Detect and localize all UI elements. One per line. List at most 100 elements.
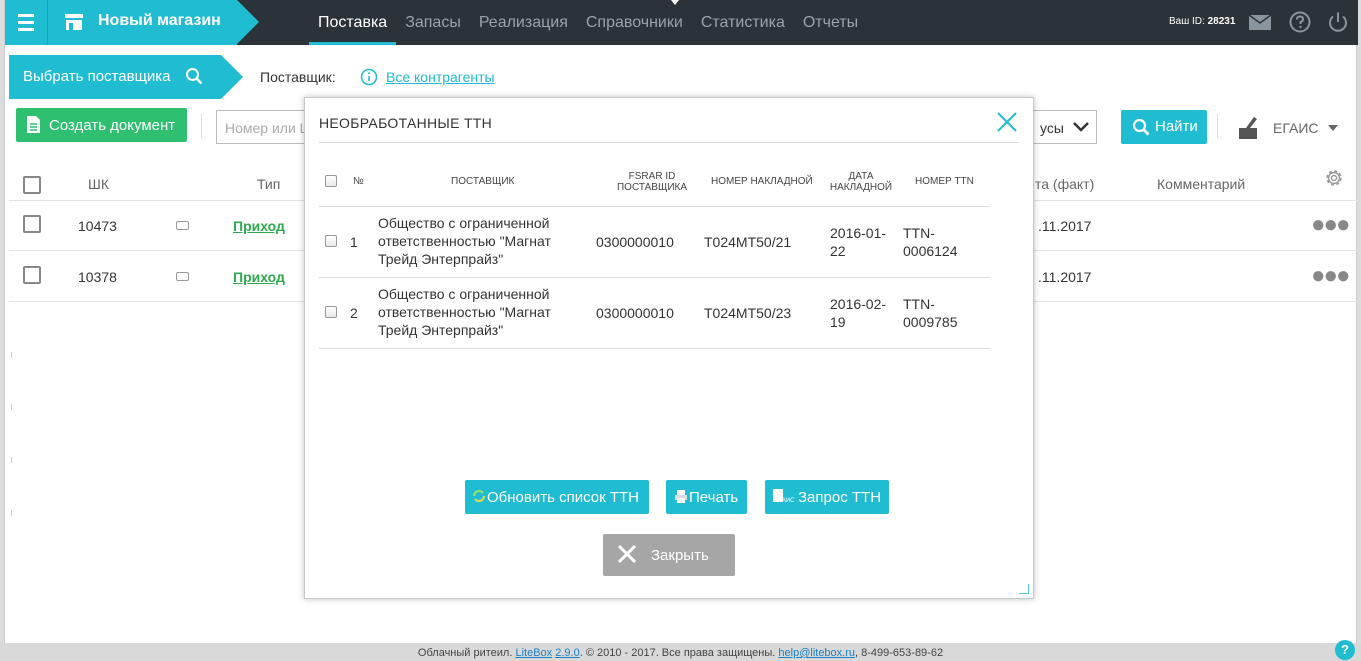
more-icon[interactable]: ●●●: [1311, 264, 1350, 288]
row-type-link[interactable]: Приход: [233, 269, 285, 285]
nav-directories[interactable]: Справочники: [577, 0, 692, 45]
ttn-date: 2016-02- 19: [830, 295, 886, 331]
table-divider: [319, 348, 990, 349]
col-fsrar-header-line1: FSRAR ID: [628, 171, 676, 182]
gridline-tick: [11, 352, 12, 358]
ttn-number-line: TTN-: [903, 296, 935, 312]
refresh-icon: [473, 490, 485, 502]
barcode-icon: [176, 272, 189, 281]
row-checkbox[interactable]: [23, 215, 41, 233]
row-type-link[interactable]: Приход: [233, 218, 285, 234]
supplier-label: Поставщик:: [260, 69, 336, 85]
info-icon: [360, 68, 378, 86]
nav-delivery[interactable]: Поставка: [309, 0, 397, 45]
choose-supplier-button[interactable]: Выбрать поставщика: [9, 55, 243, 99]
select-all-checkbox[interactable]: [23, 176, 41, 194]
ttn-number: TTN- 0009785: [903, 295, 958, 331]
more-icon[interactable]: ●●●: [1311, 213, 1350, 237]
nav-statistics[interactable]: Статистика: [692, 0, 794, 45]
power-icon[interactable]: [1326, 10, 1350, 34]
col-fsrar-header: FSRAR ID ПОСТАВЩИКА: [607, 171, 697, 193]
help-chat-icon[interactable]: ?: [1335, 640, 1355, 660]
row-date: .11.2017: [1038, 218, 1092, 234]
printer-icon: [675, 490, 687, 503]
store-selector[interactable]: Новый магазин: [47, 0, 259, 45]
close-icon[interactable]: [995, 110, 1019, 134]
row-date: .11.2017: [1038, 269, 1092, 285]
ttn-fsrar: 0300000010: [596, 305, 674, 321]
print-button[interactable]: Печать: [666, 480, 747, 514]
col-date-header-line1: ДАТА: [848, 171, 874, 182]
close-button[interactable]: Закрыть: [603, 534, 735, 576]
user-id-label: Ваш ID:: [1169, 16, 1205, 27]
egais-label[interactable]: ЕГАИС: [1273, 120, 1319, 136]
ttn-number-line: 0006124: [903, 243, 958, 259]
resize-handle-icon[interactable]: [1019, 584, 1029, 594]
refresh-ttn-button[interactable]: Обновить список ТТН: [465, 480, 649, 514]
gridline-tick: [11, 404, 12, 410]
col-supplier-header: ПОСТАВЩИК: [451, 176, 515, 187]
ttn-number-line: TTN-: [903, 225, 935, 241]
gear-icon[interactable]: [1323, 167, 1345, 189]
gridline-tick: [11, 457, 12, 463]
search-icon: [1132, 118, 1150, 136]
table-divider: [319, 206, 990, 207]
ttn-date: 2016-01- 22: [830, 224, 886, 260]
col-date-header: ДАТА НАКЛАДНОЙ: [826, 171, 896, 193]
ttn-number: TTN- 0006124: [903, 224, 958, 260]
help-icon[interactable]: [1288, 10, 1312, 34]
choose-supplier-label: Выбрать поставщика: [23, 68, 171, 85]
dialog-title: НЕОБРАБОТАННЫЕ ТТН: [319, 115, 493, 131]
ttn-supplier-line: Общество с ограниченной: [378, 286, 550, 302]
close-label: Закрыть: [651, 547, 709, 564]
main-nav: Поставка Запасы Реализация Справочники С…: [309, 0, 867, 45]
footer-copyright: . © 2010 - 2017. Все права защищены.: [579, 647, 776, 659]
nav-reports[interactable]: Отчеты: [794, 0, 867, 45]
ttn-row-checkbox[interactable]: [325, 306, 337, 318]
document-search-input[interactable]: Номер или Ш: [216, 110, 316, 144]
col-date-header-line2: НАКЛАДНОЙ: [829, 182, 893, 193]
request-label: Запрос ТТН: [798, 489, 882, 506]
col-type-header[interactable]: Тип: [257, 176, 280, 192]
footer-email-link[interactable]: help@litebox.ru: [778, 647, 855, 659]
col-barcode-header[interactable]: ШК: [88, 176, 109, 192]
footer-prefix: Облачный ритеил.: [417, 647, 513, 659]
row-checkbox[interactable]: [23, 266, 41, 284]
menu-icon[interactable]: [5, 0, 47, 45]
nav-stock[interactable]: Запасы: [396, 0, 470, 45]
ttn-date-line: 2016-02-: [830, 296, 887, 312]
row-id: 10378: [78, 269, 117, 285]
footer-version-link[interactable]: 2.9.0: [555, 647, 579, 659]
create-document-button[interactable]: Создать документ: [16, 108, 187, 142]
status-select[interactable]: усы: [1031, 110, 1097, 144]
ttn-supplier-line: ответственностью "Магнат: [378, 233, 551, 249]
ttn-supplier-line: Трейд Энтерпрайз": [378, 322, 504, 338]
close-icon: [617, 544, 637, 564]
chevron-down-icon: [1073, 122, 1089, 132]
ttn-date-line: 2016-01-: [830, 225, 887, 241]
ttn-invoice: Т024МТ50/21: [704, 234, 792, 250]
mail-icon[interactable]: [1248, 10, 1272, 34]
col-fsrar-header-line2: ПОСТАВЩИКА: [616, 182, 688, 193]
ttn-invoice: Т024МТ50/23: [704, 305, 792, 321]
gridline-tick: [11, 510, 12, 516]
request-ttn-button[interactable]: ЕГАИС Запрос ТТН: [765, 480, 889, 514]
ttn-row-checkbox[interactable]: [325, 235, 337, 247]
col-comment-header[interactable]: Комментарий: [1157, 176, 1245, 192]
ttn-num: 1: [350, 234, 358, 250]
ttn-number-line: 0009785: [903, 314, 958, 330]
caret-down-icon[interactable]: [1328, 125, 1338, 131]
egais-scanner-icon[interactable]: [1237, 114, 1261, 140]
col-date-header[interactable]: та (факт): [1035, 176, 1094, 192]
all-contractors-link[interactable]: Все контрагенты: [386, 69, 495, 85]
nav-sales[interactable]: Реализация: [470, 0, 577, 45]
col-invoice-header: НОМЕР НАКЛАДНОЙ: [711, 176, 813, 187]
select-all-ttn-checkbox[interactable]: [325, 175, 337, 187]
ttn-date-line: 19: [830, 314, 846, 330]
ttn-num: 2: [350, 305, 358, 321]
create-document-label: Создать документ: [49, 117, 176, 134]
footer-brand-link[interactable]: LiteBox: [515, 647, 552, 659]
find-button[interactable]: Найти: [1121, 110, 1207, 144]
ttn-supplier-line: Общество с ограниченной: [378, 215, 550, 231]
print-label: Печать: [689, 489, 739, 506]
